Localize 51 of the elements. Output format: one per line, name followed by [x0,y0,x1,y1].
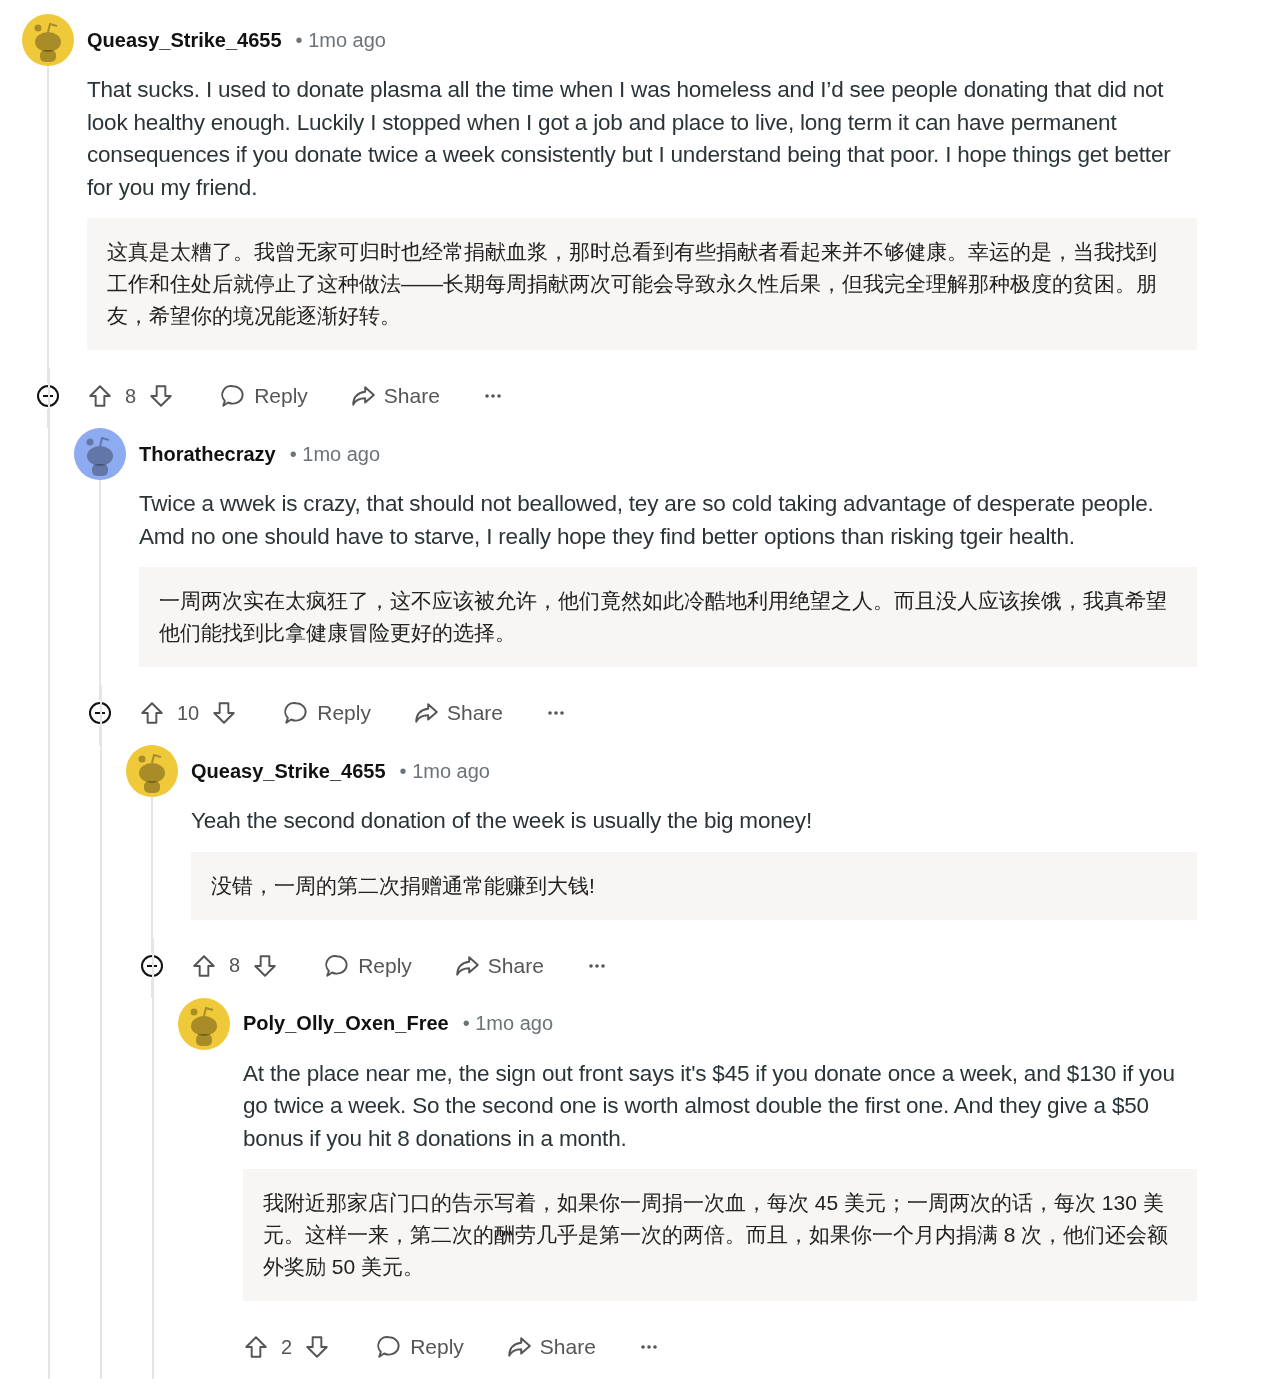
translation-text: 我附近那家店门口的告示写着，如果你一周捐一次血，每次 45 美元；一周两次的话，每次 130 美元。这样一来，第二次的酬劳几乎是第一次的两倍。而且，如果你一个月内捐满 8 次，他们还会额外奖励 50 美元。 [243,1169,1197,1301]
timestamp: • 1mo ago [289,442,381,466]
username[interactable]: Thorathecrazy [139,442,276,466]
avatar-icon[interactable] [178,997,230,1050]
vote-count: 10 [177,701,200,725]
upvote-icon[interactable] [139,700,165,726]
username[interactable]: Poly_Olly_Oxen_Free [243,1012,449,1035]
reply-button[interactable]: Reply [275,694,379,732]
vote-count: 2 [281,1335,293,1359]
more-icon[interactable] [547,710,565,716]
share-button[interactable]: Share [497,1328,604,1366]
avatar-icon[interactable] [126,745,178,797]
speech-bubble-icon [376,1334,403,1360]
share-arrow-icon [505,1334,532,1360]
vote-count: 8 [125,384,137,408]
speech-bubble-icon [220,383,247,409]
avatar-icon[interactable] [74,428,126,480]
translation-text: 一周两次实在太疯狂了，这不应该被允许，他们竟然如此冷酷地利用绝望之人。而且没人应该挨饿，我真希望他们能找到比拿健康冒险更好的选择。 [139,567,1197,667]
upvote-icon[interactable] [191,952,217,979]
timestamp: • 1mo ago [399,759,490,783]
reply-button[interactable]: Reply [212,377,316,415]
downvote-icon[interactable] [252,952,279,979]
reply-button[interactable]: Reply [316,946,420,985]
username[interactable]: Queasy_Strike_4655 [191,759,386,783]
share-button[interactable]: Share [341,377,448,415]
share-button[interactable]: Share [445,946,552,985]
more-icon[interactable] [587,962,606,969]
downvote-icon[interactable] [148,383,175,409]
username[interactable]: Queasy_Strike_4655 [87,28,282,52]
comment-text: Yeah the second donation of the week is usually the big money! [191,807,813,835]
more-icon[interactable] [483,393,502,399]
vote-count: 8 [229,954,241,977]
comment-text: Twice a wwek is crazy, that should not beallowed, tey are so cold taking advantage of desperate people. Amd no one should have to starve, I really hope they find better options than risking tgeir health. [139,490,1155,551]
downvote-icon[interactable] [211,700,238,726]
reply-button[interactable]: Reply [368,1328,472,1366]
upvote-icon[interactable] [87,383,113,409]
translation-text: 没错，一周的第二次捐赠通常能赚到大钱! [191,851,1197,920]
share-arrow-icon [412,700,439,726]
comment-text: That sucks. I used to donate plasma all the time when I was homeless and I’d see people donating that did not look healthy enough. Luckily I stopped when I got a job and place to live, long term it can have permanent consequences if you donate twice a week consistently but I understand being that poor. I hope things get better for you my friend. [87,76,1172,202]
translation-text: 这真是太糟了。我曾无家可归时也经常捐献血浆，那时总看到有些捐献者看起来并不够健康。幸运的是，当我找到工作和住处后就停止了这种做法——长期每周捐献两次可能会导致永久性后果，但我完全理解那种极度的贫困。朋友，希望你的境况能逐渐好转。 [87,218,1197,350]
share-button[interactable]: Share [404,694,511,732]
upvote-icon[interactable] [243,1334,269,1360]
timestamp: • 1mo ago [295,28,386,52]
speech-bubble-icon [283,700,310,726]
comment-text: At the place near me, the sign out front says it's $45 if you donate once a week, and $130 if you go twice a week. So the second one is worth almost double the first one. And they give a $50 bonus if you hit 8 donations in a month. [243,1059,1176,1153]
downvote-icon[interactable] [304,1334,331,1360]
share-arrow-icon [349,383,376,409]
more-icon[interactable] [639,1344,658,1350]
timestamp: • 1mo ago [462,1012,554,1035]
avatar-icon[interactable] [22,14,74,66]
speech-bubble-icon [324,952,351,979]
